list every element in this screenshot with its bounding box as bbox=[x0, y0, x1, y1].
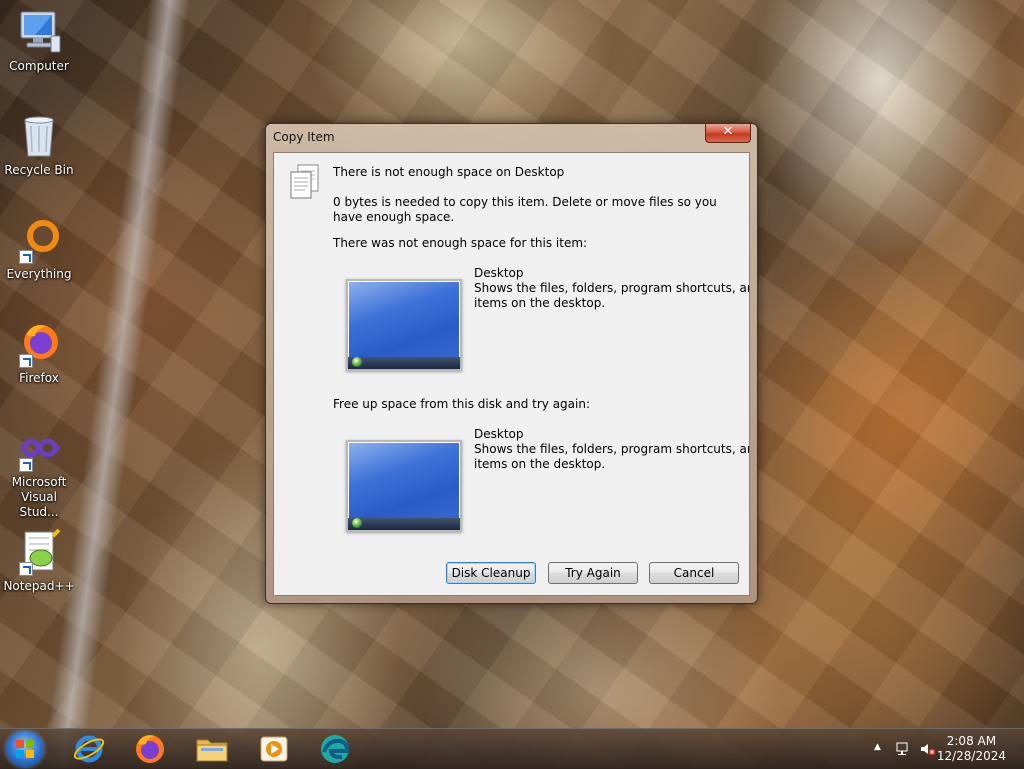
shortcut-arrow-icon bbox=[19, 562, 33, 576]
desktop-icon-label: Recycle Bin bbox=[4, 163, 74, 177]
item-name: Desktop bbox=[474, 266, 524, 280]
item-description-continued: items on the desktop. bbox=[474, 296, 606, 310]
file-explorer-icon[interactable] bbox=[195, 732, 229, 766]
system-tray: ▲ 2:08 AM 12/28/2024 bbox=[864, 729, 1024, 769]
desktop-thumbnail bbox=[346, 279, 462, 371]
desktop-thumbnail bbox=[346, 440, 462, 532]
show-hidden-icons-icon[interactable]: ▲ bbox=[874, 742, 881, 752]
thumbnail-taskbar bbox=[348, 518, 460, 530]
try-again-button[interactable]: Try Again bbox=[548, 562, 638, 584]
computer-icon bbox=[15, 8, 63, 56]
dialog-heading: There is not enough space on Desktop bbox=[333, 165, 565, 179]
notepad-plus-plus-icon bbox=[15, 528, 63, 576]
firefox-icon bbox=[15, 320, 63, 368]
edge-icon[interactable] bbox=[318, 732, 352, 766]
shortcut-arrow-icon bbox=[19, 354, 33, 368]
item-info: Desktop Shows the files, folders, progra… bbox=[474, 427, 749, 472]
copy-document-icon bbox=[288, 163, 324, 201]
desktop-icon-label: Everything bbox=[6, 267, 72, 281]
desktop-icon-notepad-plus-plus[interactable]: Notepad++ bbox=[0, 528, 78, 594]
item-name: Desktop bbox=[474, 427, 524, 441]
clock-time: 2:08 AM bbox=[946, 734, 997, 748]
section-free-up-space: Free up space from this disk and try aga… bbox=[333, 397, 591, 411]
desktop-icon-computer[interactable]: Computer bbox=[0, 8, 78, 74]
close-button[interactable]: ✕ bbox=[705, 124, 751, 143]
desktop-icon-label: Computer bbox=[9, 59, 69, 73]
recycle-bin-icon bbox=[15, 112, 63, 160]
media-player-icon[interactable] bbox=[257, 732, 291, 766]
copy-item-dialog: Copy Item ✕ There is not enough space on… bbox=[265, 123, 758, 604]
desktop-icon-everything[interactable]: Everything bbox=[0, 216, 78, 282]
shortcut-arrow-icon bbox=[19, 458, 33, 472]
network-icon[interactable] bbox=[896, 742, 912, 759]
desktop-icon-visual-studio[interactable]: Microsoft Visual Stud... bbox=[0, 424, 78, 520]
cancel-button[interactable]: Cancel bbox=[649, 562, 739, 584]
start-orb-icon bbox=[352, 518, 362, 528]
taskbar: ▲ 2:08 AM 12/28/2024 bbox=[0, 728, 1024, 769]
volume-muted-icon[interactable] bbox=[920, 742, 936, 759]
dialog-content: There is not enough space on Desktop 0 b… bbox=[273, 152, 750, 596]
shortcut-arrow-icon bbox=[19, 250, 33, 264]
item-description-continued: items on the desktop. bbox=[474, 457, 606, 471]
everything-icon bbox=[15, 216, 63, 264]
dialog-title: Copy Item bbox=[273, 130, 335, 144]
desktop-icon-label: Firefox bbox=[19, 371, 59, 385]
visual-studio-icon bbox=[15, 424, 63, 472]
start-orb-icon bbox=[352, 357, 362, 367]
item-description: Shows the files, folders, program shortc… bbox=[474, 442, 749, 456]
internet-explorer-icon[interactable] bbox=[72, 732, 106, 766]
disk-cleanup-button[interactable]: Disk Cleanup bbox=[446, 562, 536, 584]
item-description: Shows the files, folders, program shortc… bbox=[474, 281, 749, 295]
clock[interactable]: 2:08 AM 12/28/2024 bbox=[937, 734, 1006, 764]
desktop-icon-recycle-bin[interactable]: Recycle Bin bbox=[0, 112, 78, 178]
desktop-icon-label: Microsoft Visual Stud... bbox=[11, 475, 67, 519]
firefox-icon[interactable] bbox=[133, 732, 167, 766]
desktop-icon-firefox[interactable]: Firefox bbox=[0, 320, 78, 386]
desktop-icon-label: Notepad++ bbox=[3, 579, 75, 593]
start-button[interactable] bbox=[6, 731, 44, 767]
windows-logo-icon bbox=[16, 740, 34, 758]
clock-date: 12/28/2024 bbox=[936, 749, 1006, 763]
item-info: Desktop Shows the files, folders, progra… bbox=[474, 266, 749, 311]
thumbnail-taskbar bbox=[348, 357, 460, 369]
section-not-enough-space: There was not enough space for this item… bbox=[333, 236, 588, 250]
dialog-message: 0 bytes is needed to copy this item. Del… bbox=[333, 195, 717, 224]
